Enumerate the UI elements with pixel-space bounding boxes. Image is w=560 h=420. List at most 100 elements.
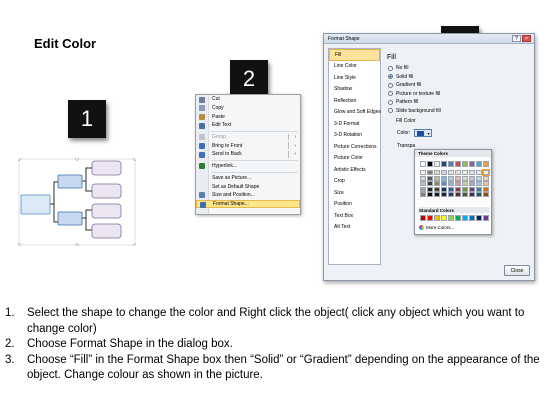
color-swatch[interactable] — [420, 161, 426, 167]
color-swatch[interactable] — [469, 170, 475, 175]
nav-item-picture-corrections[interactable]: Picture Corrections — [329, 141, 380, 153]
color-swatch[interactable] — [441, 181, 447, 186]
color-swatch[interactable] — [448, 192, 454, 197]
close-icon[interactable]: × — [522, 35, 531, 42]
color-swatch[interactable] — [427, 215, 433, 221]
nav-item-glow-and-soft-edges[interactable]: Glow and Soft Edges — [329, 107, 381, 119]
color-swatch[interactable] — [469, 161, 475, 167]
color-swatch[interactable] — [462, 175, 468, 181]
color-picker-button[interactable]: ▾ — [414, 129, 433, 137]
nav-item-crop[interactable]: Crop — [329, 176, 380, 188]
color-swatch[interactable] — [462, 186, 468, 192]
color-swatch[interactable] — [448, 186, 454, 192]
menu-item-format-shape[interactable]: Format Shape... — [196, 199, 300, 209]
fill-option-solid-fill[interactable]: Solid fill — [388, 73, 531, 82]
color-swatch[interactable] — [427, 161, 433, 167]
menu-item-bring-to-front[interactable]: Bring to Front › — [196, 141, 300, 150]
color-swatch[interactable] — [483, 181, 489, 186]
color-swatch[interactable] — [420, 175, 426, 181]
color-swatch[interactable] — [455, 181, 461, 186]
fill-option-slide-background-fill[interactable]: Slide background fill — [388, 107, 531, 116]
color-swatch[interactable] — [462, 192, 468, 197]
color-swatch[interactable] — [455, 161, 461, 167]
fill-option-gradient-fill[interactable]: Gradient fill — [388, 81, 531, 90]
color-swatch[interactable] — [420, 215, 426, 221]
radio-button[interactable] — [388, 65, 393, 71]
color-swatch[interactable] — [462, 170, 468, 175]
nav-item-size[interactable]: Size — [329, 187, 380, 199]
menu-item-paste[interactable]: Paste — [196, 112, 300, 121]
color-swatch[interactable] — [476, 175, 482, 181]
nav-item-line-color[interactable]: Line Color — [329, 61, 380, 73]
menu-item-edit-text[interactable]: Edit Text — [196, 121, 300, 130]
nav-item-alt-text[interactable]: Alt Text — [329, 222, 380, 234]
color-swatch[interactable] — [448, 181, 454, 186]
color-swatch[interactable] — [441, 161, 447, 167]
color-swatch[interactable] — [434, 175, 440, 181]
nav-item-picture-color[interactable]: Picture Color — [329, 153, 380, 165]
nav-item-text-box[interactable]: Text Box — [329, 210, 380, 222]
menu-item-send-to-back[interactable]: Send to Back › — [196, 150, 300, 159]
menu-item-size-and-position[interactable]: Size and Position... — [196, 191, 300, 200]
color-swatch[interactable] — [434, 215, 440, 221]
color-swatch[interactable] — [469, 215, 475, 221]
color-swatch[interactable] — [448, 161, 454, 167]
menu-item-save-as-picture[interactable]: Save as Picture... — [196, 174, 300, 183]
color-swatch[interactable] — [462, 181, 468, 186]
color-swatch[interactable] — [420, 181, 426, 186]
color-swatch[interactable] — [483, 161, 489, 167]
color-swatch[interactable] — [455, 192, 461, 197]
color-swatch[interactable] — [448, 170, 454, 175]
color-swatch[interactable] — [455, 175, 461, 181]
color-swatch[interactable] — [434, 170, 440, 175]
color-swatch[interactable] — [420, 186, 426, 192]
color-swatch[interactable] — [462, 161, 468, 167]
nav-item-3-d-rotation[interactable]: 3-D Rotation — [329, 130, 380, 142]
color-swatch[interactable] — [441, 170, 447, 175]
color-swatch[interactable] — [427, 181, 433, 186]
hierarchy-diagram[interactable] — [18, 158, 136, 246]
color-swatch[interactable] — [441, 192, 447, 197]
color-swatch[interactable] — [427, 186, 433, 192]
color-swatch[interactable] — [441, 175, 447, 181]
radio-button[interactable] — [388, 82, 393, 88]
color-swatch[interactable] — [455, 215, 461, 221]
color-swatch[interactable] — [434, 186, 440, 192]
color-swatch[interactable] — [441, 186, 447, 192]
fill-option-no-fill[interactable]: No fill — [388, 64, 531, 73]
color-swatch[interactable] — [427, 175, 433, 181]
color-swatch[interactable] — [483, 192, 489, 197]
color-swatch[interactable] — [427, 192, 433, 197]
menu-item-hyperlink[interactable]: Hyperlink... — [196, 162, 300, 171]
color-swatch[interactable] — [427, 170, 433, 175]
color-swatch[interactable] — [469, 192, 475, 197]
color-swatch[interactable] — [483, 175, 489, 181]
color-swatch[interactable] — [455, 186, 461, 192]
radio-button[interactable] — [388, 74, 393, 80]
more-colors-button[interactable]: More Colors... — [419, 225, 454, 230]
menu-item-set-as-default-shape[interactable]: Set as Default Shape — [196, 182, 300, 191]
color-swatch[interactable] — [420, 192, 426, 197]
color-swatch[interactable] — [448, 175, 454, 181]
menu-item-copy[interactable]: Copy — [196, 104, 300, 113]
fill-option-pattern-fill[interactable]: Pattern fill — [388, 98, 531, 107]
nav-item-position[interactable]: Position — [329, 199, 380, 211]
help-icon[interactable]: ? — [512, 35, 521, 42]
nav-item-3-d-format[interactable]: 3-D Format — [329, 118, 380, 130]
color-swatch[interactable] — [434, 192, 440, 197]
nav-item-fill[interactable]: Fill — [329, 49, 380, 61]
color-swatch[interactable] — [483, 215, 489, 221]
radio-button[interactable] — [388, 108, 393, 114]
menu-item-cut[interactable]: Cut — [196, 95, 300, 104]
color-swatch[interactable] — [448, 215, 454, 221]
color-swatch[interactable] — [482, 169, 490, 176]
color-swatch[interactable] — [434, 181, 440, 186]
radio-button[interactable] — [388, 99, 393, 105]
color-swatch[interactable] — [469, 186, 475, 192]
color-swatch[interactable] — [476, 215, 482, 221]
close-button[interactable]: Close — [504, 265, 530, 276]
nav-item-artistic-effects[interactable]: Artistic Effects — [329, 164, 380, 176]
color-swatch[interactable] — [462, 215, 468, 221]
color-swatch[interactable] — [469, 175, 475, 181]
nav-item-shadow[interactable]: Shadow — [329, 84, 380, 96]
